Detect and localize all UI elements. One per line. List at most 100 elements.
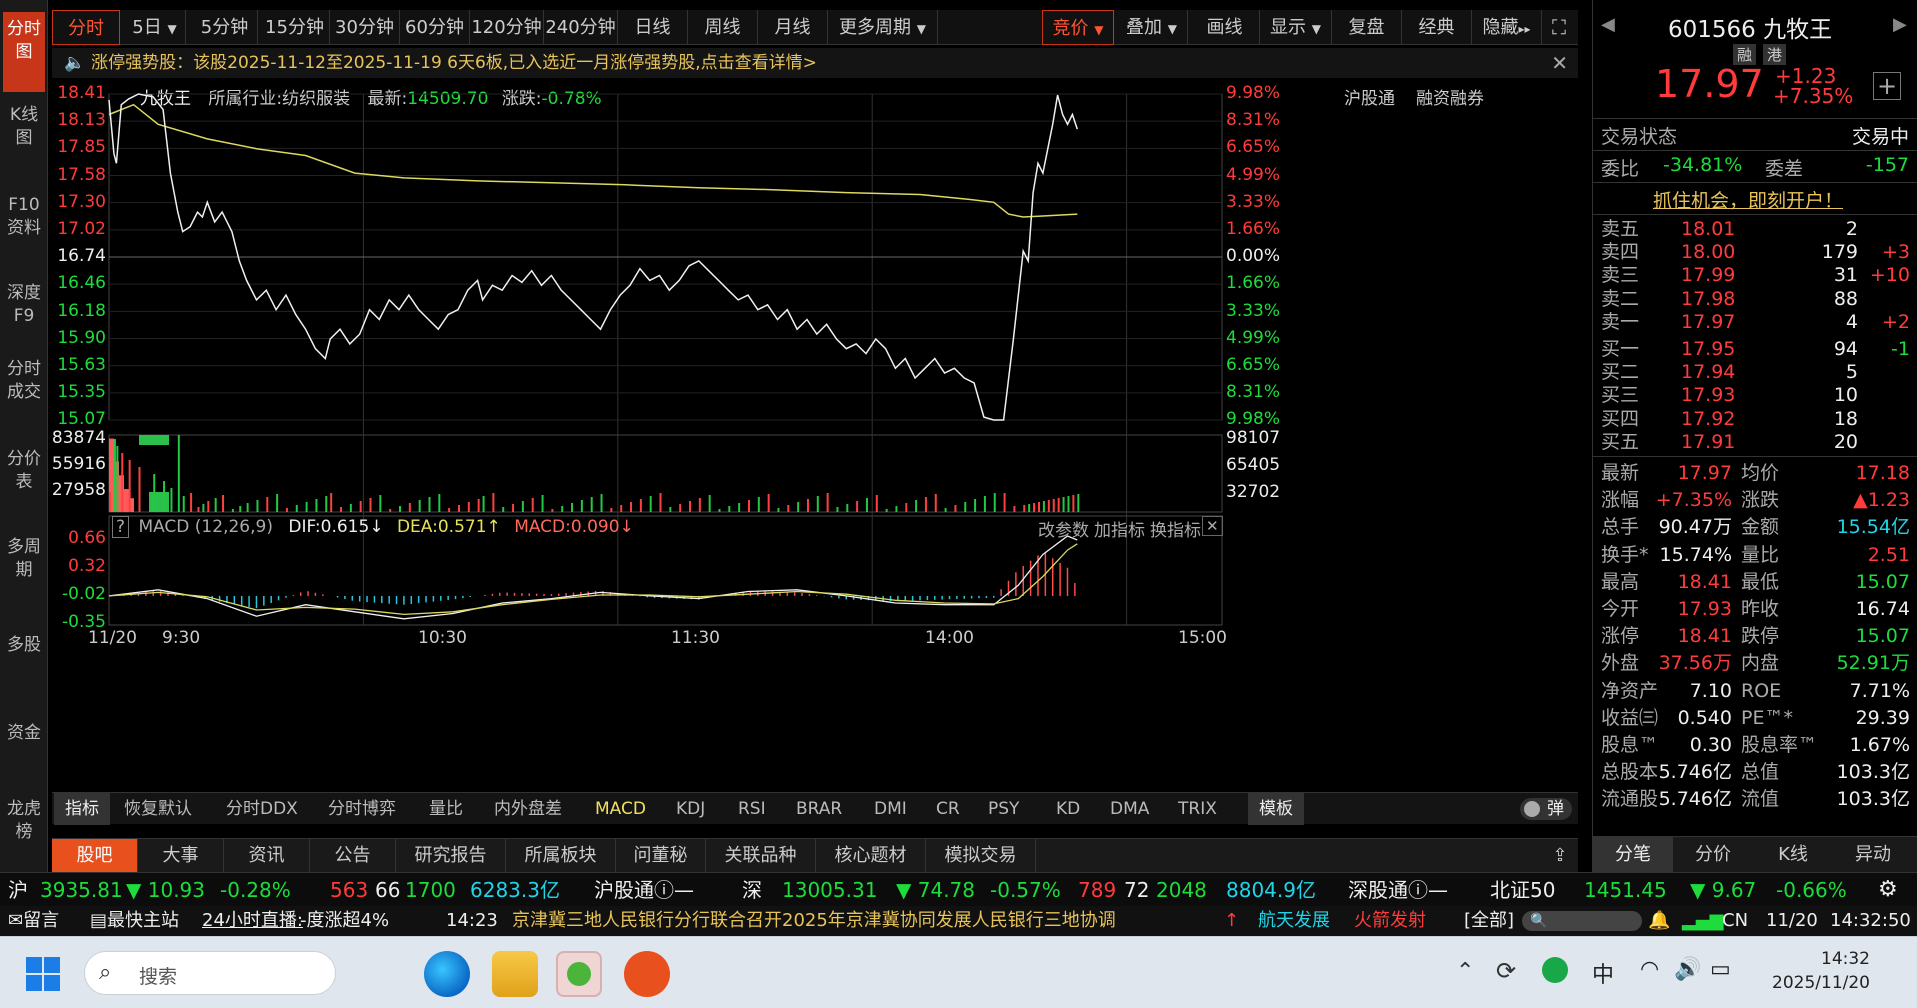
- taskbar-date[interactable]: 2025/11/20: [1760, 973, 1870, 993]
- prev-stock-icon[interactable]: ◀: [1601, 14, 1615, 35]
- close-icon[interactable]: ✕: [1551, 48, 1568, 78]
- period-weekly[interactable]: 周线: [688, 10, 758, 45]
- macd-close-icon[interactable]: ✕: [1202, 516, 1223, 536]
- fullscreen-icon[interactable]: ⛶: [1542, 10, 1576, 45]
- live-label[interactable]: 24小时直播:: [202, 906, 303, 936]
- tab-sim-trade[interactable]: 模拟交易: [926, 839, 1036, 873]
- tab-game[interactable]: 分时博弈: [328, 793, 396, 825]
- nav-funds[interactable]: 资金: [3, 722, 45, 782]
- macd-switch-indicator[interactable]: 换指标: [1150, 516, 1201, 541]
- nav-kline[interactable]: K线图: [3, 98, 45, 178]
- tab-volume-ratio[interactable]: 量比: [429, 793, 463, 825]
- overlay-button[interactable]: 叠加 ▼: [1116, 10, 1188, 45]
- tab-brar[interactable]: BRAR: [796, 793, 842, 825]
- tab-events[interactable]: 大事: [138, 839, 224, 873]
- tab-announcements[interactable]: 公告: [310, 839, 396, 873]
- period-timeshare[interactable]: 分时: [52, 10, 120, 45]
- tray-app-icon[interactable]: [1542, 957, 1568, 983]
- tab-dmi[interactable]: DMI: [874, 793, 907, 825]
- tab-related[interactable]: 关联品种: [706, 839, 816, 873]
- period-30min[interactable]: 30分钟: [330, 10, 400, 45]
- nav-timeshare[interactable]: 分时图: [3, 12, 45, 92]
- tab-macd[interactable]: MACD: [595, 793, 646, 825]
- nav-multi-period[interactable]: 多周期: [3, 536, 45, 616]
- tab-guba[interactable]: 股吧: [52, 839, 138, 873]
- period-60min[interactable]: 60分钟: [400, 10, 470, 45]
- sz-index-label[interactable]: 深: [742, 873, 762, 907]
- nav-f10[interactable]: F10资料: [3, 188, 45, 268]
- tab-ticks[interactable]: 分笔: [1593, 837, 1673, 873]
- tab-kdj[interactable]: KDJ: [676, 793, 705, 825]
- bz-index-label[interactable]: 北证50: [1490, 873, 1555, 907]
- sync-icon[interactable]: ⟳: [1496, 957, 1516, 985]
- tab-price-levels[interactable]: 分价: [1673, 837, 1753, 873]
- nav-multi-stock[interactable]: 多股: [3, 634, 45, 684]
- export-icon[interactable]: ⇪: [1542, 839, 1578, 873]
- ime-language[interactable]: 中: [1592, 957, 1614, 989]
- replay-button[interactable]: 复盘: [1332, 10, 1402, 45]
- eastmoney-app-icon[interactable]: [624, 951, 670, 997]
- tab-kd[interactable]: KD: [1056, 793, 1080, 825]
- tab-restore-default[interactable]: 恢复默认: [124, 793, 192, 825]
- timeshare-chart[interactable]: [52, 80, 1578, 790]
- tab-psy[interactable]: PSY: [988, 793, 1019, 825]
- tab-anomaly[interactable]: 异动: [1833, 837, 1913, 873]
- tab-ask-board[interactable]: 问董秘: [616, 839, 706, 873]
- hide-button[interactable]: 隐藏▸▸: [1472, 10, 1542, 45]
- macd-edit-params[interactable]: 改参数: [1038, 516, 1089, 541]
- nav-dragon-tiger[interactable]: 龙虎榜: [3, 798, 45, 878]
- message-button[interactable]: ✉留言: [8, 906, 59, 936]
- chevron-up-icon[interactable]: ⌃: [1456, 959, 1474, 984]
- tab-dma[interactable]: DMA: [1110, 793, 1149, 825]
- sh-connect[interactable]: 沪股通ⓘ—: [594, 873, 694, 907]
- period-more[interactable]: 更多周期 ▼: [828, 10, 938, 45]
- tab-trix[interactable]: TRIX: [1178, 793, 1217, 825]
- ask-row[interactable]: 卖四 18.00 179 +3: [1593, 241, 1917, 264]
- wifi-icon[interactable]: ◠: [1640, 957, 1659, 982]
- battery-icon[interactable]: ▭: [1710, 957, 1731, 982]
- edge-browser-icon[interactable]: [424, 951, 470, 997]
- period-5min[interactable]: 5分钟: [192, 10, 258, 45]
- gear-icon[interactable]: ⚙: [1878, 873, 1898, 907]
- limit-up-notice[interactable]: 🔈 涨停强势股：该股2025-11-12至2025-11-19 6天6板,已入选近…: [52, 48, 1578, 78]
- bid-row[interactable]: 买一 17.95 94 -1: [1593, 338, 1917, 361]
- all-topics[interactable]: [全部]: [1464, 906, 1514, 936]
- tab-indicator[interactable]: 指标: [54, 793, 110, 825]
- nav-price-dist[interactable]: 分价表: [3, 448, 45, 528]
- tab-research[interactable]: 研究报告: [396, 839, 506, 873]
- period-15min[interactable]: 15分钟: [260, 10, 330, 45]
- fastest-server[interactable]: ▤最快主站: [90, 906, 179, 936]
- tab-rsi[interactable]: RSI: [738, 793, 766, 825]
- tab-ddx[interactable]: 分时DDX: [226, 793, 298, 825]
- next-stock-icon[interactable]: ▶: [1893, 14, 1907, 35]
- tab-kline-mini[interactable]: K线: [1753, 837, 1833, 873]
- search-icon[interactable]: 🔍: [1522, 911, 1642, 931]
- bid-row[interactable]: 买五 17.91 20: [1593, 431, 1917, 454]
- tab-template[interactable]: 模板: [1248, 793, 1304, 825]
- bid-row[interactable]: 买三 17.93 10: [1593, 384, 1917, 407]
- sh-index-label[interactable]: 沪: [8, 873, 28, 907]
- display-button[interactable]: 显示 ▼: [1260, 10, 1332, 45]
- ask-row[interactable]: 卖二 17.98 88: [1593, 288, 1917, 311]
- period-240min[interactable]: 240分钟: [544, 10, 618, 45]
- nav-timeshare-trades[interactable]: 分时成交: [3, 358, 45, 448]
- bid-row[interactable]: 买二 17.94 5: [1593, 361, 1917, 384]
- sz-connect[interactable]: 深股通ⓘ—: [1348, 873, 1448, 907]
- nav-depth[interactable]: 深度F9: [3, 276, 45, 356]
- macd-add-indicator[interactable]: 加指标: [1094, 516, 1145, 541]
- draw-button[interactable]: 画线: [1190, 10, 1260, 45]
- period-5day[interactable]: 5日 ▼: [124, 10, 186, 45]
- file-explorer-icon[interactable]: [492, 951, 538, 997]
- ask-row[interactable]: 卖五 18.01 2: [1593, 218, 1917, 241]
- bell-icon[interactable]: 🔔: [1648, 906, 1670, 936]
- classic-button[interactable]: 经典: [1402, 10, 1472, 45]
- help-icon[interactable]: ?: [112, 516, 130, 538]
- taskbar-search[interactable]: ⌕ 搜索: [84, 951, 336, 995]
- tab-cr[interactable]: CR: [936, 793, 960, 825]
- tab-core-themes[interactable]: 核心题材: [816, 839, 926, 873]
- taskbar-time[interactable]: 14:32: [1790, 949, 1870, 969]
- open-account-link[interactable]: 抓住机会，即刻开户！: [1653, 186, 1843, 213]
- hot-topic-1[interactable]: 航天发展: [1258, 906, 1330, 936]
- period-daily[interactable]: 日线: [618, 10, 688, 45]
- tab-sectors[interactable]: 所属板块: [506, 839, 616, 873]
